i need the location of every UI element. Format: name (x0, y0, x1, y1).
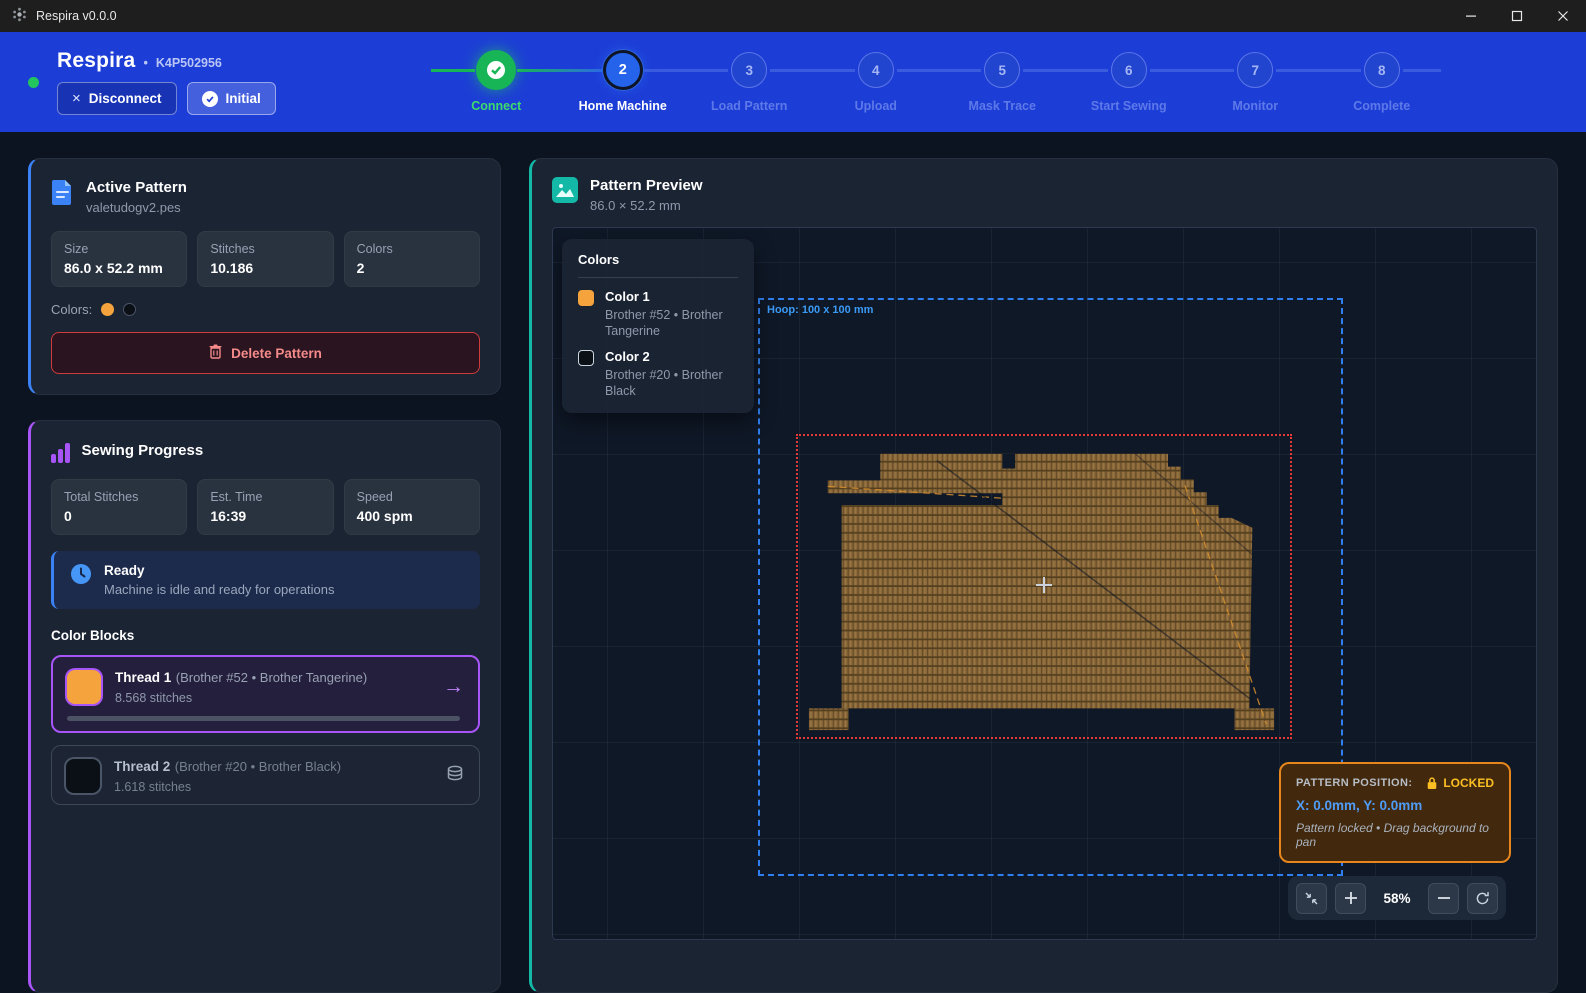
pattern-position-panel: PATTERN POSITION: LOCKED X: 0.0mm, Y: 0.… (1279, 762, 1511, 863)
legend-entry-color2: Color 2 Brother #20 • Brother Black (578, 349, 738, 400)
step-home-machine[interactable]: 2 Home Machine (560, 50, 687, 113)
window-controls (1448, 0, 1586, 32)
color-dot-black (123, 303, 136, 316)
title-bar: Respira v0.0.0 (0, 0, 1586, 32)
preview-size: 86.0 × 52.2 mm (590, 198, 703, 213)
step-check-icon (476, 50, 516, 90)
step-complete[interactable]: 8 Complete (1319, 50, 1446, 113)
zoom-in-button[interactable] (1335, 883, 1366, 914)
delete-pattern-button[interactable]: Delete Pattern (51, 332, 480, 374)
step-upload[interactable]: 4 Upload (813, 50, 940, 113)
zoom-toolbar: 58% (1288, 876, 1506, 920)
close-x-icon: × (72, 90, 81, 107)
stat-stitches: Stitches 10.186 (197, 231, 333, 287)
pattern-colors-row: Colors: (51, 302, 480, 317)
layers-icon (445, 764, 465, 789)
step-mask-trace[interactable]: 5 Mask Trace (939, 50, 1066, 113)
connection-status-dot (28, 77, 39, 88)
stat-est-time: Est. Time 16:39 (197, 479, 333, 535)
status-text: Machine is idle and ready for operations (104, 582, 335, 597)
active-pattern-card: Active Pattern valetudogv2.pes Size 86.0… (28, 158, 501, 395)
thread-1-swatch (67, 670, 101, 704)
center-crosshair-icon (1036, 577, 1052, 593)
clock-icon (70, 563, 92, 590)
plus-icon (1343, 890, 1359, 906)
check-circle-icon (202, 91, 218, 107)
brand-block: Respira • K4P502956 × Disconnect Initial (57, 49, 276, 115)
pattern-filename: valetudogv2.pes (86, 200, 187, 215)
hoop-label: Hoop: 100 x 100 mm (767, 304, 873, 316)
lock-icon (1426, 776, 1438, 790)
legend-entry-color1: Color 1 Brother #52 • Brother Tangerine (578, 289, 738, 340)
minus-icon (1436, 890, 1452, 906)
minimize-button[interactable] (1448, 0, 1494, 32)
refresh-icon (1474, 890, 1491, 907)
sewing-progress-card: Sewing Progress Total Stitches 0 Est. Ti… (28, 420, 501, 993)
legend-swatch-orange (578, 290, 594, 306)
sewing-progress-title: Sewing Progress (82, 442, 204, 459)
maximize-button[interactable] (1494, 0, 1540, 32)
compress-icon (1303, 890, 1320, 907)
initial-button[interactable]: Initial (187, 82, 276, 115)
position-hint: Pattern locked • Drag background to pan (1296, 821, 1494, 849)
image-icon (552, 177, 578, 208)
thread-block-2[interactable]: Thread 2 (Brother #20 • Brother Black) 1… (51, 745, 480, 805)
status-title: Ready (104, 563, 335, 578)
reset-view-button[interactable] (1467, 883, 1498, 914)
position-label: PATTERN POSITION: (1296, 777, 1412, 789)
window-title: Respira v0.0.0 (36, 9, 117, 23)
step-connect[interactable]: Connect (433, 50, 560, 113)
serial-bullet: • (143, 56, 147, 70)
wizard-stepper: Connect 2 Home Machine 3 Load Pattern 4 … (433, 50, 1445, 113)
main-content: Active Pattern valetudogv2.pes Size 86.0… (0, 132, 1586, 993)
zoom-level: 58% (1374, 891, 1420, 906)
disconnect-button[interactable]: × Disconnect (57, 82, 177, 115)
app-icon (12, 7, 27, 25)
color-blocks-title: Color Blocks (51, 628, 480, 643)
legend-swatch-black (578, 350, 594, 366)
left-column: Active Pattern valetudogv2.pes Size 86.0… (28, 158, 501, 993)
colors-legend: Colors Color 1 Brother #52 • Brother Tan… (562, 239, 754, 413)
machine-status-banner: Ready Machine is idle and ready for oper… (51, 551, 480, 609)
step-monitor[interactable]: 7 Monitor (1192, 50, 1319, 113)
thread-2-swatch (66, 759, 100, 793)
document-icon (51, 179, 74, 211)
locked-badge: LOCKED (1426, 776, 1494, 790)
app-name: Respira (57, 49, 135, 73)
thread-1-progress (67, 716, 460, 721)
stat-speed: Speed 400 spm (344, 479, 480, 535)
app-header: Respira • K4P502956 × Disconnect Initial… (0, 32, 1586, 132)
pattern-preview-card: Pattern Preview 86.0 × 52.2 mm Colors Co… (529, 158, 1558, 993)
close-button[interactable] (1540, 0, 1586, 32)
fit-to-screen-button[interactable] (1296, 883, 1327, 914)
zoom-out-button[interactable] (1428, 883, 1459, 914)
step-start-sewing[interactable]: 6 Start Sewing (1066, 50, 1193, 113)
thread-block-1[interactable]: Thread 1 (Brother #52 • Brother Tangerin… (51, 655, 480, 733)
active-pattern-title: Active Pattern (86, 179, 187, 196)
bar-chart-icon (51, 443, 70, 463)
position-coordinates: X: 0.0mm, Y: 0.0mm (1296, 798, 1494, 813)
stat-total-stitches: Total Stitches 0 (51, 479, 187, 535)
trash-icon (209, 344, 222, 362)
stat-colors: Colors 2 (344, 231, 480, 287)
step-load-pattern[interactable]: 3 Load Pattern (686, 50, 813, 113)
arrow-right-icon: → (443, 675, 464, 699)
preview-canvas[interactable]: Colors Color 1 Brother #52 • Brother Tan… (552, 227, 1537, 940)
color-dot-orange (101, 303, 114, 316)
stat-size: Size 86.0 x 52.2 mm (51, 231, 187, 287)
preview-title: Pattern Preview (590, 177, 703, 194)
machine-serial: K4P502956 (156, 56, 222, 70)
